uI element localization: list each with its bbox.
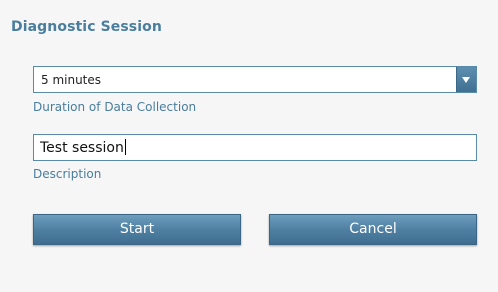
duration-caption: Duration of Data Collection — [33, 100, 197, 114]
text-caret — [124, 139, 126, 155]
description-input-value: Test session — [40, 139, 126, 156]
start-button[interactable]: Start — [33, 214, 241, 245]
dialog-title: Diagnostic Session — [11, 19, 162, 35]
description-caption: Description — [33, 167, 102, 181]
cancel-button[interactable]: Cancel — [269, 214, 477, 245]
duration-select[interactable]: 5 minutes — [33, 66, 477, 93]
duration-selected-value: 5 minutes — [41, 73, 102, 87]
description-text: Test session — [40, 140, 124, 156]
chevron-down-icon — [462, 77, 470, 83]
dropdown-button[interactable] — [456, 67, 476, 92]
description-input[interactable]: Test session — [33, 134, 477, 161]
diagnostic-session-dialog: Diagnostic Session 5 minutes Duration of… — [0, 0, 498, 292]
